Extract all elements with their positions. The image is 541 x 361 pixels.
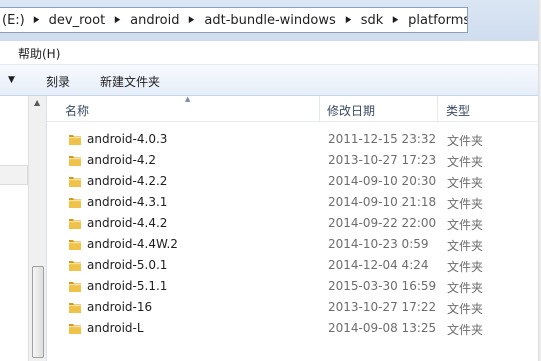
breadcrumb-separator-icon[interactable]: ▶ [391,15,400,25]
scroll-up-arrow-icon[interactable]: ▲ [34,98,40,107]
file-type: 文件夹 [447,197,484,211]
file-row[interactable]: android-4.0.3 2011-12-15 23:32 文件夹 [47,129,541,150]
file-name[interactable]: android-5.1.1 [87,279,167,293]
file-type: 文件夹 [447,218,484,232]
nav-selected-item[interactable] [0,165,28,185]
file-row[interactable]: android-4.4.2 2014-09-22 22:00 文件夹 [47,213,541,234]
file-type: 文件夹 [447,323,484,337]
file-row[interactable]: android-L 2014-09-08 13:25 文件夹 [47,318,541,339]
address-bar-strip: (E:) ▶ dev_root ▶ android ▶ adt-bundle-w… [0,0,541,41]
file-modified-date: 2014-12-04 4:24 [328,258,429,272]
file-type: 文件夹 [447,134,484,148]
file-type: 文件夹 [447,281,484,295]
file-row[interactable]: android-5.0.1 2014-12-04 4:24 文件夹 [47,255,541,276]
file-name[interactable]: android-4.3.1 [87,195,167,209]
file-modified-date: 2011-12-15 23:32 [328,132,437,146]
burn-button[interactable]: 刻录 [46,73,70,90]
file-row[interactable]: android-5.1.1 2015-03-30 16:59 文件夹 [47,276,541,297]
nav-scrollbar[interactable]: ▲ [28,96,46,361]
folder-icon [68,300,82,314]
file-type: 文件夹 [447,155,484,169]
file-type: 文件夹 [447,176,484,190]
breadcrumb-drive[interactable]: (E:) [0,13,31,28]
folder-icon [68,216,82,230]
folder-icon [68,153,82,167]
command-toolbar: ▼ 刻录 新建文件夹 [0,65,541,96]
file-type: 文件夹 [447,239,484,253]
folder-icon [68,258,82,272]
file-modified-date: 2014-09-10 21:18 [328,195,437,209]
file-name[interactable]: android-4.2.2 [87,174,167,188]
folder-icon [68,321,82,335]
navigation-pane: ▲ [0,96,46,361]
column-header-type[interactable]: 类型 [446,102,470,119]
file-name[interactable]: android-16 [87,300,152,314]
file-row[interactable]: android-16 2013-10-27 17:22 文件夹 [47,297,541,318]
breadcrumb-dev-root[interactable]: dev_root [42,13,113,28]
file-modified-date: 2014-09-10 20:30 [328,174,437,188]
file-name[interactable]: android-5.0.1 [87,258,167,272]
file-modified-date: 2013-10-27 17:23 [328,153,437,167]
breadcrumb-adt-bundle[interactable]: adt-bundle-windows [197,13,342,28]
folder-icon [68,237,82,251]
file-row[interactable]: android-4.2.2 2014-09-10 20:30 文件夹 [47,171,541,192]
file-modified-date: 2014-09-08 13:25 [328,321,437,335]
column-divider[interactable] [319,96,320,122]
menu-help[interactable]: 帮助(H) [18,45,60,62]
breadcrumb-sdk[interactable]: sdk [354,13,391,28]
file-row[interactable]: android-4.2 2013-10-27 17:23 文件夹 [47,150,541,171]
breadcrumb-separator-icon[interactable]: ▶ [344,15,353,25]
breadcrumb-separator-icon[interactable]: ▶ [113,15,122,25]
new-folder-button[interactable]: 新建文件夹 [100,73,160,90]
file-modified-date: 2014-09-22 22:00 [328,216,437,230]
folder-icon [68,174,82,188]
file-name[interactable]: android-4.2 [87,153,156,167]
folder-icon [68,132,82,146]
folder-icon [68,195,82,209]
address-bar[interactable]: (E:) ▶ dev_root ▶ android ▶ adt-bundle-w… [0,7,468,33]
column-header-modified[interactable]: 修改日期 [327,102,375,119]
file-type: 文件夹 [447,302,484,316]
column-divider[interactable] [437,96,438,122]
file-name[interactable]: android-4.4W.2 [87,237,178,251]
file-row[interactable]: android-4.3.1 2014-09-10 21:18 文件夹 [47,192,541,213]
file-type: 文件夹 [447,260,484,274]
file-modified-date: 2014-10-23 0:59 [328,237,429,251]
column-header-row: ▲ 名称 修改日期 类型 [47,95,541,122]
file-row[interactable]: android-4.4W.2 2014-10-23 0:59 文件夹 [47,234,541,255]
breadcrumb-android[interactable]: android [123,13,186,28]
file-name[interactable]: android-4.4.2 [87,216,167,230]
file-modified-date: 2013-10-27 17:22 [328,300,437,314]
file-name[interactable]: android-L [87,321,144,335]
breadcrumb-separator-icon[interactable]: ▶ [32,15,41,25]
file-list: android-4.0.3 2011-12-15 23:32 文件夹 android-… [47,122,541,361]
folder-icon [68,279,82,293]
column-header-name[interactable]: 名称 [65,102,89,119]
dropdown-arrow-icon[interactable]: ▼ [8,75,15,85]
file-modified-date: 2015-03-30 16:59 [328,279,437,293]
breadcrumb-separator-icon[interactable]: ▶ [188,15,197,25]
menu-bar: 帮助(H) [0,41,541,65]
nav-scrollbar-thumb[interactable] [32,266,44,358]
breadcrumb-platforms[interactable]: platforms [401,13,467,28]
sort-arrow-icon: ▲ [185,95,191,103]
file-name[interactable]: android-4.0.3 [87,132,167,146]
